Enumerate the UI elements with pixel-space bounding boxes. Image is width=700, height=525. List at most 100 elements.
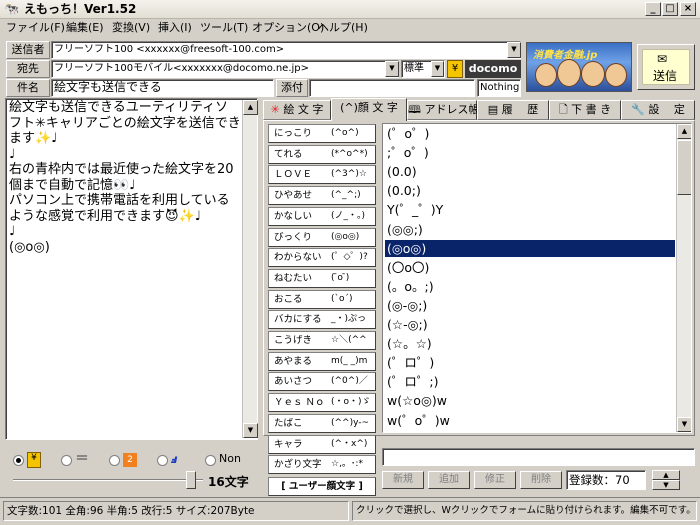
category-sample: (^・x^)	[331, 438, 368, 449]
radio-number[interactable]	[109, 455, 120, 466]
carrier-badge[interactable]: docomo	[465, 60, 521, 78]
category-button[interactable]: てれる (*^o^*)	[268, 144, 376, 164]
category-button[interactable]: たばこ (^^)y-~	[268, 413, 376, 433]
category-name: てれる	[274, 148, 303, 160]
category-button[interactable]: にっこり (^o^)	[268, 124, 376, 143]
menu-convert[interactable]: 変換(V)	[112, 21, 150, 35]
kaomoji-list-item[interactable]: (。o。;)	[385, 278, 675, 295]
add-button[interactable]: 追加	[428, 471, 470, 489]
kaomoji-list-item[interactable]: w(☆o◎)w	[385, 392, 675, 409]
menu-edit[interactable]: 編集(E)	[66, 21, 104, 35]
coin-icon[interactable]: ¥	[447, 60, 463, 78]
tab-history-label: 履 歴	[501, 103, 539, 116]
kaomoji-list-item[interactable]: (◎-◎;)	[385, 297, 675, 314]
new-button[interactable]: 新規	[382, 471, 424, 489]
message-scrollbar[interactable]: ▲ ▼	[242, 100, 258, 438]
message-body[interactable]: 絵文字も送信できるユーティリティソフト✳キャリアごとの絵文字を送信できます✨♩ …	[5, 98, 258, 440]
kaomoji-list-item[interactable]: (◎o◎)	[385, 239, 675, 257]
scroll-down-arrow[interactable]: ▼	[243, 423, 258, 438]
to-field[interactable]: フリーソフト100モバイル<xxxxxxx@docomo.ne.jp>	[51, 60, 399, 78]
menu-help[interactable]: ヘルプ(H)	[318, 21, 368, 35]
kaomoji-edit-field[interactable]	[382, 448, 695, 466]
scroll-up-arrow[interactable]: ▲	[677, 124, 691, 139]
kaomoji-list-item[interactable]: (☆-◎;)	[385, 316, 675, 333]
category-button[interactable]: こうげき ☆＼(^^	[268, 331, 376, 350]
category-button[interactable]: Ｙｅｓ Ｎｏ (・o・)ゞ	[268, 393, 376, 413]
spin-down-button[interactable]: ▼	[652, 480, 680, 490]
std-dropdown-arrow[interactable]: ▼	[431, 61, 444, 77]
tab-settings[interactable]: 🔧 設 定	[621, 100, 695, 120]
kaomoji-list-item[interactable]: Y(゜_゜)Y	[385, 201, 675, 218]
tab-settings-label: 設 定	[648, 103, 685, 116]
menu-file[interactable]: ファイル(F)	[6, 21, 65, 35]
list-scrollbar[interactable]: ▲ ▼	[676, 124, 691, 432]
category-sample: ☆,。･:*	[331, 459, 363, 470]
kaomoji-list-item[interactable]: (0.0;)	[385, 182, 675, 199]
tab-drafts[interactable]: 🗋 下 書 き	[549, 100, 621, 120]
attach-value: Nothing	[477, 79, 521, 97]
category-button[interactable]: あやまる m(_ _)m	[268, 351, 376, 371]
category-button[interactable]: あいさつ (^0^)／	[268, 372, 376, 392]
ad-banner[interactable]: 消費者金融.jp	[526, 42, 632, 92]
category-sample: (・o・)ゞ	[331, 397, 371, 408]
category-sample: (゜◇゜)?	[331, 252, 368, 263]
menu-insert[interactable]: 挿入(I)	[158, 21, 192, 35]
attach-field[interactable]	[309, 79, 475, 97]
category-button[interactable]: ひやあせ (^_^;)	[268, 186, 376, 206]
slider-thumb[interactable]	[186, 471, 196, 489]
category-sample: (^o^)	[331, 128, 359, 138]
radio-non[interactable]	[205, 455, 216, 466]
slider-track[interactable]	[13, 479, 203, 481]
close-button[interactable]: ×	[680, 2, 696, 16]
kaomoji-list-item[interactable]: (゜ロ゜;)	[385, 373, 675, 390]
tab-kaomoji[interactable]: (^)顔 文 字	[331, 98, 407, 121]
conversion-options: ¥ ＝ 2 ⅎ Non 16文字	[5, 449, 258, 493]
scroll-thumb[interactable]	[677, 140, 691, 195]
app-icon: 🐄	[4, 2, 19, 16]
category-button[interactable]: ＬＯＶＥ (^3^)☆	[268, 165, 376, 185]
kaomoji-list-item[interactable]: (◎◎;)	[385, 221, 675, 238]
category-button[interactable]: かざり文字 ☆,。･:*	[268, 455, 376, 475]
tab-history[interactable]: ▤ 履 歴	[477, 100, 549, 120]
category-button[interactable]: かなしい (ノ_・。)	[268, 206, 376, 226]
tab-emoji[interactable]: ✳ 絵 文 字	[263, 100, 331, 120]
message-text[interactable]: 絵文字も送信できるユーティリティソフト✳キャリアごとの絵文字を送信できます✨♩ …	[9, 100, 241, 255]
sender-dropdown-arrow[interactable]: ▼	[507, 42, 521, 58]
scroll-down-arrow[interactable]: ▼	[677, 417, 691, 432]
subject-field[interactable]: 絵文字も送信できる	[51, 79, 274, 97]
minimize-button[interactable]: _	[645, 2, 661, 16]
category-button[interactable]: わからない (゜◇゜)?	[268, 248, 376, 268]
menu-tools[interactable]: ツール(T)	[200, 21, 248, 35]
maximize-button[interactable]: □	[662, 2, 678, 16]
kaomoji-list-item[interactable]: w(゜o゜)w	[385, 412, 675, 429]
menu-options[interactable]: オプション(O)	[252, 21, 324, 35]
send-button[interactable]: ✉ 送信	[637, 44, 695, 90]
spin-up-button[interactable]: ▲	[652, 470, 680, 480]
category-button[interactable]: ねむたい ( ̄o ̄)	[268, 268, 376, 288]
kaomoji-list-item[interactable]: (〇o〇)	[385, 259, 675, 276]
scroll-up-arrow[interactable]: ▲	[243, 100, 258, 115]
kaomoji-list-item[interactable]: (☆。☆)	[385, 335, 675, 352]
radio-script[interactable]	[157, 455, 168, 466]
category-sample: (ノ_・。)	[331, 210, 366, 221]
category-name: にっこり	[274, 128, 313, 139]
category-button[interactable]: バカにする _・)ぷっ	[268, 310, 376, 330]
kaomoji-list-item[interactable]: ;゜o゜)	[385, 144, 675, 161]
status-hint: クリックで選択し、Wクリックでフォームに貼り付けられます。編集不可です。	[352, 501, 697, 521]
kaomoji-list-item[interactable]: (゜ロ゜)	[385, 354, 675, 371]
category-button[interactable]: びっくり (◎o◎)	[268, 227, 376, 247]
kaomoji-list[interactable]: (゜o゜) ;゜o゜) (0.0) (0.0;) Y(゜_゜)Y (◎◎;) (◎o◎) (〇…	[382, 123, 692, 433]
to-dropdown-arrow[interactable]: ▼	[385, 61, 399, 77]
sender-field[interactable]: フリーソフト100 <xxxxxx@freesoft-100.com>	[51, 41, 521, 59]
category-button[interactable]: キャラ (^・x^)	[268, 434, 376, 454]
kaomoji-list-item[interactable]: (゜o゜)	[385, 125, 675, 142]
edit-button[interactable]: 修正	[474, 471, 516, 489]
radio-equal[interactable]	[61, 455, 72, 466]
subject-value: 絵文字も送信できる	[54, 80, 162, 94]
tab-addressbook[interactable]: 🕮 アドレス帳	[407, 100, 479, 120]
delete-button[interactable]: 削除	[520, 471, 562, 489]
category-button[interactable]: おこる (`o´)	[268, 289, 376, 309]
radio-coin[interactable]	[13, 455, 24, 466]
kaomoji-list-item[interactable]: (0.0)	[385, 163, 675, 180]
user-kaomoji-button[interactable]: [ ユーザー顔文字 ]	[268, 476, 376, 496]
